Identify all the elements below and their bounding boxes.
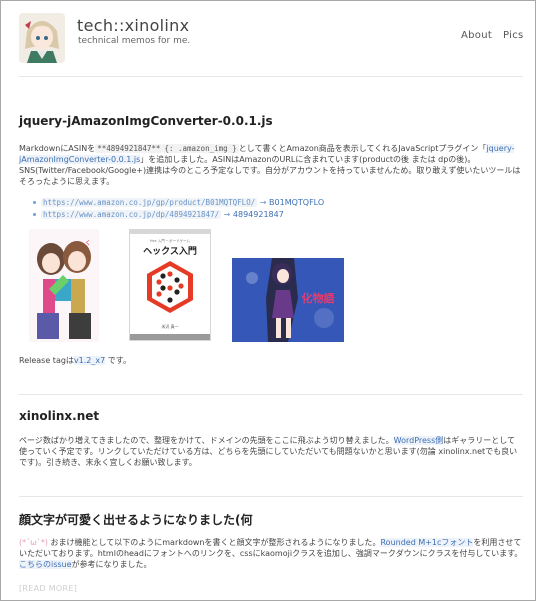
nav-pics-link[interactable]: Pics — [503, 30, 524, 41]
post-text: おまけ機能として以下のようにmarkdownを書くと顔文字が整形されるようになり… — [50, 538, 381, 547]
release-note: Release tagはv1.2_x7 です。 — [19, 355, 131, 366]
page-frame: tech::xinolinx technical memos for me. A… — [0, 0, 536, 601]
book-subtitle: Hex 入門 ─ ボードゲーム — [150, 238, 191, 243]
amazon-product-image[interactable]: Hex 入門 ─ ボードゲーム ヘックス入門 米沢 真一 — [129, 229, 211, 341]
read-more-link[interactable]: [READ MORE] — [19, 584, 77, 593]
amazon-url-link[interactable]: https://www.amazon.co.jp/gp/product/B01M… — [41, 198, 258, 207]
nav-about-link[interactable]: About — [461, 30, 492, 41]
inline-code: **4894921847** — [95, 144, 163, 153]
site-title[interactable]: tech::xinolinx — [77, 16, 189, 35]
book-author: 米沢 真一 — [161, 323, 178, 329]
post-title[interactable]: jquery-jAmazonImgConverter-0.0.1.js — [19, 114, 273, 128]
list-item: https://www.amazon.co.jp/gp/product/B01M… — [32, 197, 325, 209]
site-avatar[interactable] — [19, 13, 65, 63]
issue-link[interactable]: こちらのissue — [19, 560, 72, 569]
arrow-icon: → — [259, 198, 267, 207]
release-text: です。 — [105, 356, 131, 365]
post-text: ページ数ばかり増えてきましたので、整理をかけて、ドメインの先頭をここに飛ぶよう切… — [19, 436, 394, 445]
book-title: ヘックス入門 — [143, 246, 197, 257]
wordpress-link[interactable]: WordPress側 — [393, 436, 444, 445]
manga-title: 化物語 — [302, 291, 335, 305]
release-text: Release tagは — [19, 356, 74, 365]
font-link[interactable]: Rounded M+1cフォント — [380, 538, 474, 547]
post-body: ページ数ばかり増えてきましたので、整理をかけて、ドメインの先頭をここに飛ぶよう切… — [19, 435, 523, 468]
site-subtitle: technical memos for me. — [78, 36, 191, 46]
link-list: https://www.amazon.co.jp/gp/product/B01M… — [32, 197, 325, 221]
amazon-product-image[interactable]: 化物語 — [232, 258, 344, 342]
site-header: tech::xinolinx technical memos for me. A… — [1, 1, 535, 75]
svg-text:く: く — [85, 240, 91, 247]
post-text: として書くとAmazon商品を表示してくれるJavaScriptプラグイン「 — [238, 144, 487, 153]
post-text: 」を追加しました。ASINはAmazonのURLに含まれています(product… — [140, 155, 476, 164]
amazon-product-image[interactable]: く — [29, 229, 99, 342]
post-title[interactable]: xinolinx.net — [19, 409, 99, 423]
header-divider — [19, 76, 523, 77]
kaomoji: (*´ω`*) — [19, 538, 48, 547]
post-text: が参考になりました。 — [71, 560, 152, 569]
release-tag-link[interactable]: v1.2_x7 — [73, 356, 106, 365]
post-body: MarkdownにASINを **4894921847** {: .amazon_i… — [19, 143, 523, 187]
list-item: https://www.amazon.co.jp/dp/4894921847/ … — [32, 209, 324, 221]
arrow-icon: → — [223, 210, 231, 219]
post-body: (*´ω`*) おまけ機能として以下のようにmarkdownを書くと顔文字が整形… — [19, 537, 523, 570]
post-text: MarkdownにASINを — [19, 144, 96, 153]
asin-value: 4894921847 — [232, 210, 284, 219]
post-divider — [19, 496, 523, 497]
post-title[interactable]: 顔文字が可愛く出せるようになりました(何 — [19, 511, 253, 528]
inline-code: {: .amazon_img } — [162, 144, 239, 153]
asin-value: B01MQTQFLO — [269, 198, 325, 207]
post-text: SNS(Twitter/Facebook/Google+)連携は今のところ予定な… — [19, 166, 521, 186]
post-divider — [19, 394, 523, 395]
amazon-url-link[interactable]: https://www.amazon.co.jp/dp/4894921847/ — [41, 210, 222, 219]
